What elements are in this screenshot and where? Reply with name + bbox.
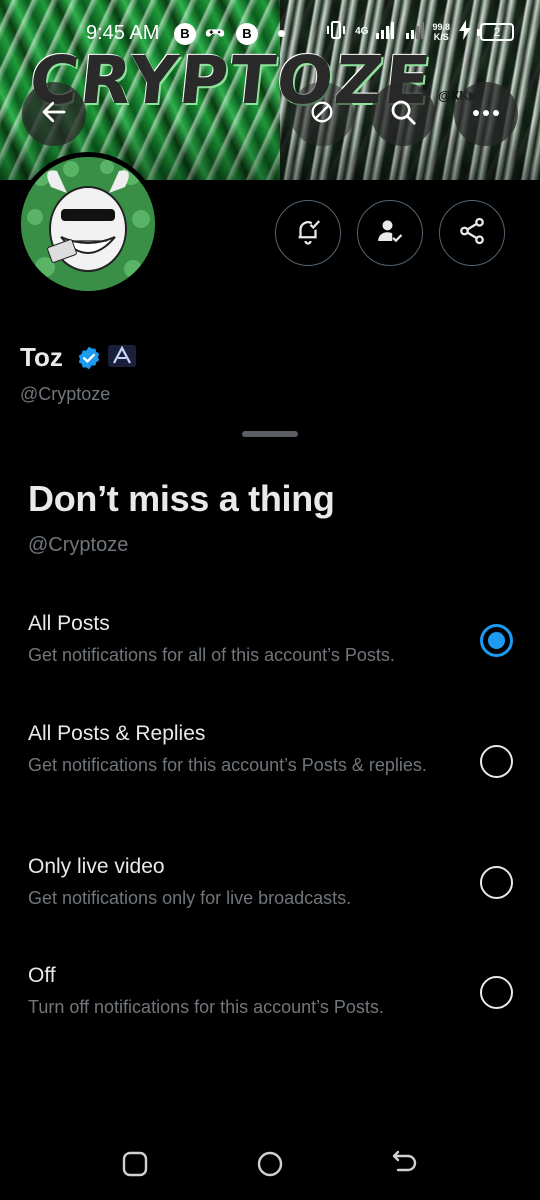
option-description: Get notifications for all of this accoun… [28, 645, 395, 665]
verified-badge-icon [76, 345, 102, 376]
profile-name: Toz [20, 342, 63, 372]
sheet-title: Don’t miss a thing [28, 478, 335, 519]
option-only-live-video[interactable]: Only live video Get notifications only f… [0, 855, 540, 925]
option-description: Get notifications only for live broadcas… [28, 888, 352, 908]
signal-icon-2 [406, 21, 425, 42]
notifications-button[interactable] [275, 200, 341, 266]
recent-apps-icon[interactable] [121, 1150, 149, 1183]
network-speed: 99.8 K/S [432, 22, 450, 42]
more-icon [471, 105, 501, 123]
refresh-icon [308, 98, 336, 131]
vibrate-icon [325, 20, 347, 43]
share-icon [457, 216, 487, 251]
speed-value: 99.8 [432, 21, 450, 32]
status-bar: 9:45 AM B B 4G 99.8 K/S 2 [0, 14, 540, 54]
speed-unit: K/S [433, 31, 449, 42]
back-nav-icon[interactable] [390, 1150, 418, 1183]
search-icon [388, 97, 418, 132]
share-button[interactable] [439, 200, 505, 266]
notification-settings-sheet: Don’t miss a thing @Cryptoze All Posts G… [0, 412, 540, 1132]
notification-app-icon: B [174, 23, 196, 45]
radio-all-posts-replies[interactable] [480, 745, 513, 778]
option-all-posts[interactable]: All Posts Get notifications for all of t… [0, 612, 540, 682]
person-check-icon [375, 216, 405, 251]
option-all-posts-replies[interactable]: All Posts & Replies Get notifications fo… [0, 722, 540, 812]
option-title: All Posts & Replies [28, 722, 206, 745]
network-type: 4G [355, 26, 369, 37]
profile-handle: @Cryptoze [20, 384, 111, 404]
radio-off[interactable] [480, 976, 513, 1009]
notification-app-icon-2: B [236, 23, 258, 45]
sheet-drag-handle[interactable] [242, 431, 298, 437]
affiliate-badge-icon[interactable] [108, 345, 136, 372]
option-title: Only live video [28, 855, 165, 878]
status-dot [278, 30, 285, 37]
follow-status-button[interactable] [357, 200, 423, 266]
game-controller-icon [204, 22, 226, 50]
option-description: Turn off notifications for this account’… [28, 997, 384, 1017]
system-navigation-bar [0, 1132, 540, 1200]
option-title: All Posts [28, 612, 110, 635]
battery-indicator: 2 [477, 22, 514, 41]
avatar-image [21, 157, 155, 291]
bell-notification-icon [293, 216, 323, 251]
status-right-cluster: 4G 99.8 K/S 2 [325, 20, 514, 43]
profile-avatar[interactable] [16, 152, 160, 296]
back-arrow-icon [39, 97, 69, 132]
option-description: Get notifications for this account’s Pos… [28, 755, 427, 775]
search-button[interactable] [371, 82, 435, 146]
radio-only-live-video[interactable] [480, 866, 513, 899]
status-time: 9:45 AM [86, 22, 160, 44]
option-title: Off [28, 964, 56, 987]
option-off[interactable]: Off Turn off notifications for this acco… [0, 964, 540, 1034]
radio-all-posts[interactable] [480, 624, 513, 657]
sheet-account-handle: @Cryptoze [28, 534, 129, 556]
back-button[interactable] [22, 82, 86, 146]
home-icon[interactable] [256, 1150, 284, 1183]
signal-icon [376, 21, 398, 42]
charging-icon [458, 20, 472, 43]
refresh-button[interactable] [290, 82, 354, 146]
more-button[interactable] [454, 82, 518, 146]
